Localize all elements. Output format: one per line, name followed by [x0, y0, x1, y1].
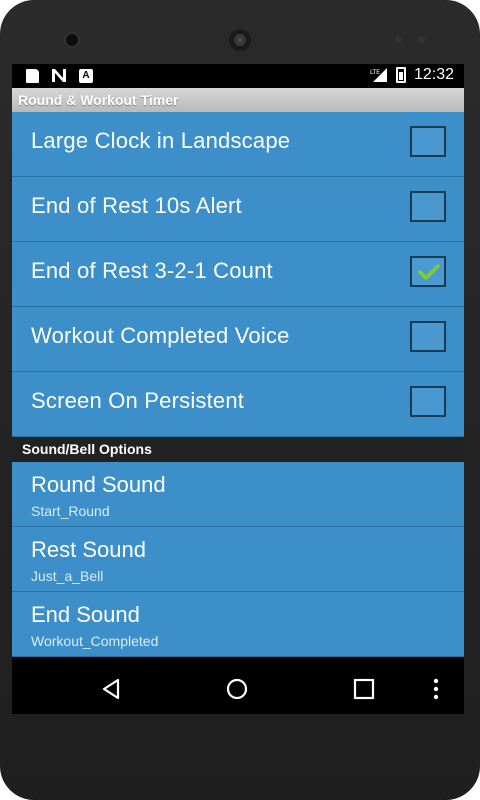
end-sound-item[interactable]: End Sound Workout_Completed — [12, 592, 464, 657]
phone-frame: A LTE 12:32 Round & Workout Timer Large … — [0, 0, 480, 800]
pref-screen-on[interactable]: Screen On Persistent — [12, 372, 464, 437]
top-bezel — [0, 0, 480, 66]
rest-sound-item[interactable]: Rest Sound Just_a_Bell — [12, 527, 464, 592]
screen-on-checkbox[interactable] — [410, 386, 446, 417]
lte-label: LTE — [370, 69, 380, 76]
lte-signal-icon: LTE — [370, 68, 387, 82]
pref-workout-voice[interactable]: Workout Completed Voice — [12, 307, 464, 372]
pref-label: Large Clock in Landscape — [31, 128, 291, 153]
sd-card-icon — [26, 68, 39, 83]
status-bar: A LTE 12:32 — [12, 64, 464, 88]
earpiece-speaker-icon — [229, 29, 251, 51]
sound-value: Start_Round — [31, 503, 110, 519]
sound-value: Workout_Completed — [31, 633, 159, 649]
pref-label: End of Rest 3-2-1 Count — [31, 258, 273, 283]
pref-label: Screen On Persistent — [31, 388, 245, 413]
a-icon: A — [79, 68, 93, 83]
pref-rest-10s-alert[interactable]: End of Rest 10s Alert — [12, 177, 464, 242]
sound-title: End Sound — [31, 602, 140, 627]
checkmark-icon — [418, 264, 440, 280]
clock: 12:32 — [413, 66, 454, 83]
front-camera-icon — [66, 34, 78, 46]
pref-label: Workout Completed Voice — [31, 323, 290, 348]
pref-label: End of Rest 10s Alert — [31, 193, 242, 218]
rest-10s-alert-checkbox[interactable] — [410, 191, 446, 222]
sound-title: Rest Sound — [31, 537, 146, 562]
n-icon — [52, 69, 66, 82]
home-icon[interactable] — [225, 677, 249, 701]
pref-rest-321-count[interactable]: End of Rest 3-2-1 Count — [12, 242, 464, 307]
settings-list: Large Clock in Landscape End of Rest 10s… — [12, 112, 464, 657]
overflow-menu-icon[interactable] — [432, 677, 440, 701]
sensor-icon — [395, 36, 402, 43]
sound-title: Round Sound — [31, 472, 166, 497]
battery-icon — [395, 67, 406, 83]
page-title: Round & Workout Timer — [12, 88, 464, 112]
rest-321-count-checkbox[interactable] — [410, 256, 446, 287]
screen: A LTE 12:32 Round & Workout Timer Large … — [12, 64, 464, 714]
workout-voice-checkbox[interactable] — [410, 321, 446, 352]
navigation-bar — [12, 665, 464, 714]
sound-value: Just_a_Bell — [31, 568, 104, 584]
recents-icon[interactable] — [352, 677, 376, 701]
round-sound-item[interactable]: Round Sound Start_Round — [12, 462, 464, 527]
pref-large-clock[interactable]: Large Clock in Landscape — [12, 112, 464, 177]
sensor-icon — [418, 36, 425, 43]
large-clock-checkbox[interactable] — [410, 126, 446, 157]
section-header-sound: Sound/Bell Options — [12, 437, 464, 462]
back-icon[interactable] — [100, 677, 124, 701]
